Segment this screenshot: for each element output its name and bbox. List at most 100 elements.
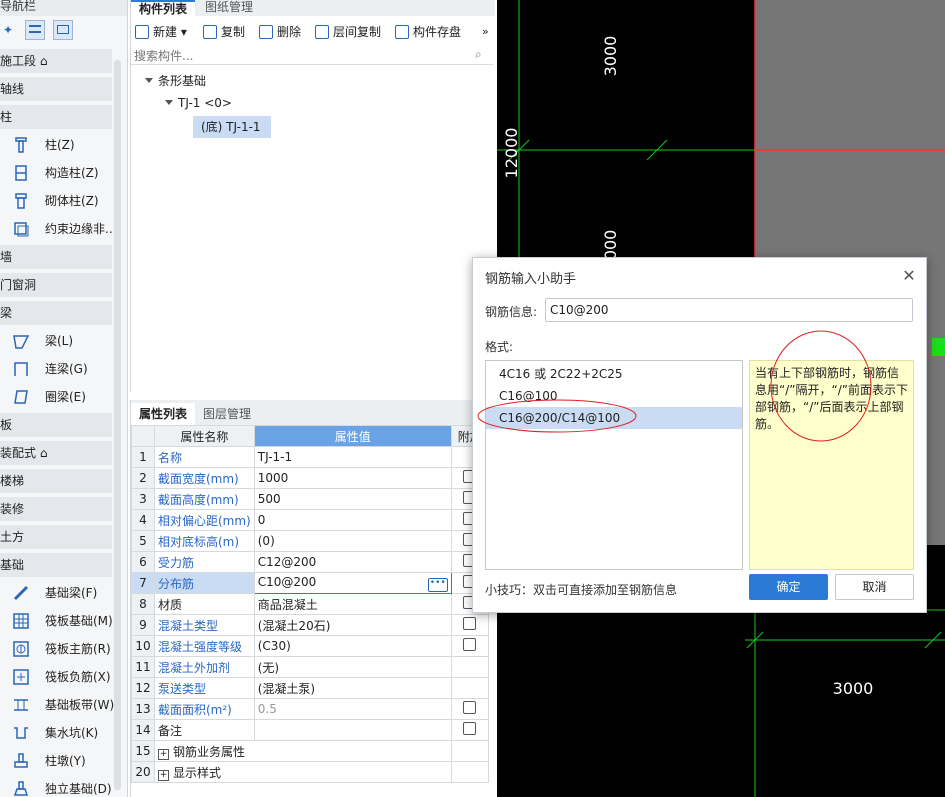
nav-category-prefabricated[interactable]: 装配式 ⌂	[0, 441, 112, 465]
copy-icon	[203, 25, 217, 39]
tab-drawing-management[interactable]: 图纸管理	[197, 0, 261, 16]
format-hint: 当有上下部钢筋时，钢筋信息用“/”隔开，“/”前面表示下部钢筋，“/”后面表示上…	[749, 360, 914, 570]
delete-icon	[259, 25, 273, 39]
tab-component-list[interactable]: 构件列表	[131, 0, 196, 16]
rebar-info-input[interactable]: C10@200	[545, 298, 913, 322]
rebar-input-dialog: 钢筋输入小助手 ✕ 钢筋信息: C10@200 格式: 4C16 或 2C22+…	[472, 257, 927, 613]
new-icon	[135, 25, 149, 39]
nav-item-label: 砌体柱(Z)	[45, 194, 99, 208]
rebar-marker	[932, 338, 945, 356]
nav-item-raft-main-rebar[interactable]: 筏板主筋(R)	[0, 635, 112, 663]
nav-item-column-pier[interactable]: 柱墩(Y)	[0, 747, 112, 775]
pin-icon[interactable]: ✦	[3, 23, 13, 37]
new-button[interactable]: 新建 ▾	[135, 22, 187, 42]
property-tabs: 属性列表 图层管理	[131, 400, 495, 426]
checkbox[interactable]	[463, 701, 477, 714]
nav-item-foundation-beam[interactable]: 基础梁(F)	[0, 579, 112, 607]
nav-category-decoration[interactable]: 装修	[0, 497, 112, 521]
table-row[interactable]: 6 受力筋 C12@200	[131, 551, 489, 573]
column-icon	[15, 137, 27, 153]
format-option[interactable]: C16@100	[486, 385, 742, 407]
nav-category-slab[interactable]: 板	[0, 413, 112, 437]
nav-item-foundation-strip[interactable]: 基础板带(W)	[0, 691, 114, 719]
nav-item-isolated-footing[interactable]: 独立基础(D)	[0, 775, 112, 797]
table-row[interactable]: 2 截面宽度(mm) 1000	[131, 467, 489, 489]
format-option[interactable]: 4C16 或 2C22+2C25	[486, 363, 742, 385]
floor-copy-button[interactable]: 层间复制	[315, 22, 381, 42]
nav-item-label: 独立基础(D)	[45, 782, 112, 796]
save-component-icon	[395, 25, 409, 39]
nav-category-wall[interactable]: 墙	[0, 245, 112, 269]
checkbox[interactable]	[463, 617, 477, 630]
nav-item-raft-negative-rebar[interactable]: 筏板负筋(X)	[0, 663, 112, 691]
rebar-value-editor[interactable]: C10@200 •••	[253, 572, 452, 594]
delete-button[interactable]: 删除	[259, 22, 301, 42]
nav-category-door-window[interactable]: 门窗洞	[0, 273, 112, 297]
tab-property-list[interactable]: 属性列表	[131, 403, 196, 425]
component-toolbar: 新建 ▾ 复制 删除 层间复制 构件存盘 »	[131, 20, 495, 44]
nav-category-axis[interactable]: 轴线	[0, 77, 112, 101]
list-view-icon[interactable]	[25, 20, 45, 40]
nav-item-coupling-beam[interactable]: 连梁(G)	[0, 355, 112, 383]
search-input[interactable]	[131, 46, 466, 66]
nav-item-column[interactable]: 柱(Z)	[0, 131, 112, 159]
property-table: 属性名称 属性值 附加 1 名称 TJ-1-1 2 截面宽度(mm) 1000 3 截面高…	[131, 425, 489, 783]
checkbox[interactable]	[463, 638, 477, 651]
table-row[interactable]: 4 相对偏心距(mm) 0	[131, 509, 489, 531]
nav-item-sump-pit[interactable]: 集水坑(K)	[0, 719, 112, 747]
boundary-element-icon	[14, 222, 29, 237]
masonry-column-icon	[15, 193, 27, 209]
table-row[interactable]: 13 截面面积(m²) 0.5	[131, 698, 489, 720]
table-row[interactable]: 9 混凝土类型 (混凝土20石)	[131, 614, 489, 636]
table-row-selected[interactable]: 7 分布筋 C10@200 •••	[131, 572, 489, 594]
tree-root[interactable]: 条形基础	[145, 72, 206, 89]
table-row[interactable]: 12 泵送类型 (混凝土泵)	[131, 677, 489, 699]
close-icon[interactable]: ✕	[901, 268, 917, 284]
table-row-group[interactable]: 15 + 钢筋业务属性	[131, 740, 489, 762]
confirm-button[interactable]: 确定	[749, 574, 828, 600]
table-row[interactable]: 14 备注	[131, 719, 489, 741]
nav-item-label: 筏板基础(M)	[45, 614, 113, 628]
nav-item-boundary-element[interactable]: 约束边缘非...	[0, 215, 116, 243]
expand-icon[interactable]: +	[158, 748, 169, 760]
foundation-beam-icon	[13, 585, 29, 601]
table-row[interactable]: 11 混凝土外加剂 (无)	[131, 656, 489, 678]
tree-child[interactable]: TJ-1 <0>	[165, 96, 232, 110]
nav-item-beam[interactable]: 梁(L)	[0, 327, 112, 355]
nav-category-beam[interactable]: 梁	[0, 301, 112, 325]
more-button[interactable]: »	[482, 22, 489, 42]
table-row-group[interactable]: 20 + 显示样式	[131, 761, 489, 783]
nav-category-column[interactable]: 柱	[0, 105, 112, 129]
column-header-name: 属性名称	[154, 425, 255, 447]
nav-category-foundation[interactable]: 基础	[0, 553, 112, 577]
nav-scrollbar[interactable]	[114, 60, 121, 790]
nav-category-earthwork[interactable]: 土方	[0, 525, 112, 549]
ellipsis-icon[interactable]: •••	[427, 577, 448, 592]
table-row[interactable]: 1 名称 TJ-1-1	[131, 446, 489, 468]
nav-category-stairs[interactable]: 楼梯	[0, 469, 112, 493]
format-option-selected[interactable]: C16@200/C14@100	[486, 407, 742, 429]
tree-leaf-selected[interactable]: (底) TJ-1-1	[193, 116, 271, 138]
detail-view-icon[interactable]	[53, 20, 73, 40]
nav-item-label: 圈梁(E)	[45, 390, 86, 404]
table-row[interactable]: 10 混凝土强度等级 (C30)	[131, 635, 489, 657]
nav-item-ring-beam[interactable]: 圈梁(E)	[0, 383, 112, 411]
ring-beam-icon	[14, 390, 28, 404]
nav-item-masonry-column[interactable]: 砌体柱(Z)	[0, 187, 112, 215]
tab-layer-management[interactable]: 图层管理	[195, 403, 259, 425]
nav-item-constructional-column[interactable]: 构造柱(Z)	[0, 159, 112, 187]
cancel-button[interactable]: 取消	[835, 574, 914, 600]
table-row[interactable]: 5 相对底标高(m) (0)	[131, 530, 489, 552]
nav-category-construction-stage[interactable]: 施工段 ⌂	[0, 49, 112, 73]
rebar-info-label: 钢筋信息:	[485, 305, 538, 319]
expand-icon[interactable]: +	[158, 769, 169, 781]
save-component-button[interactable]: 构件存盘	[395, 22, 461, 42]
search-icon[interactable]: ⌕	[475, 47, 482, 62]
table-row[interactable]: 8 材质 商品混凝土	[131, 593, 489, 615]
copy-button[interactable]: 复制	[203, 22, 245, 42]
nav-item-label: 构造柱(Z)	[45, 166, 99, 180]
checkbox[interactable]	[463, 722, 477, 735]
isolated-footing-icon	[13, 781, 29, 796]
nav-item-raft-foundation[interactable]: 筏板基础(M)	[0, 607, 113, 635]
table-row[interactable]: 3 截面高度(mm) 500	[131, 488, 489, 510]
